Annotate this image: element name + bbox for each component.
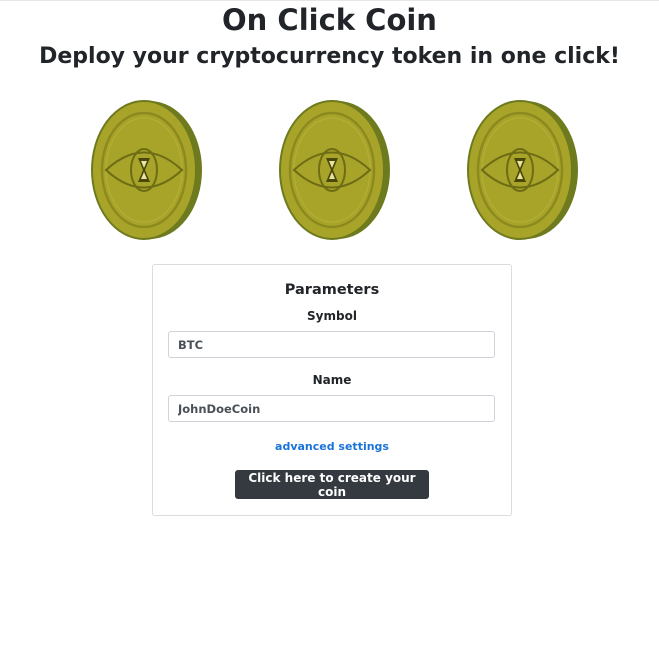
create-coin-button[interactable]: Click here to create your coin [235, 470, 429, 499]
parameters-title: Parameters [284, 282, 380, 298]
name-input[interactable] [168, 395, 495, 422]
page-title: On Click Coin [222, 3, 437, 37]
name-label: Name [312, 373, 352, 387]
symbol-input[interactable] [168, 331, 495, 358]
top-divider [0, 0, 659, 1]
page: On Click Coin Deploy your cryptocurrency… [0, 0, 659, 659]
coin-eye-icon [88, 99, 204, 241]
coin-eye-icon [276, 99, 392, 241]
coin-eye-icon [464, 99, 580, 241]
coin-gallery [0, 99, 659, 241]
symbol-label: Symbol [307, 309, 357, 323]
advanced-settings-link[interactable]: advanced settings [153, 440, 511, 453]
page-subtitle: Deploy your cryptocurrency token in one … [39, 44, 620, 69]
parameters-card: Parameters Symbol Name advanced settings… [152, 264, 512, 516]
